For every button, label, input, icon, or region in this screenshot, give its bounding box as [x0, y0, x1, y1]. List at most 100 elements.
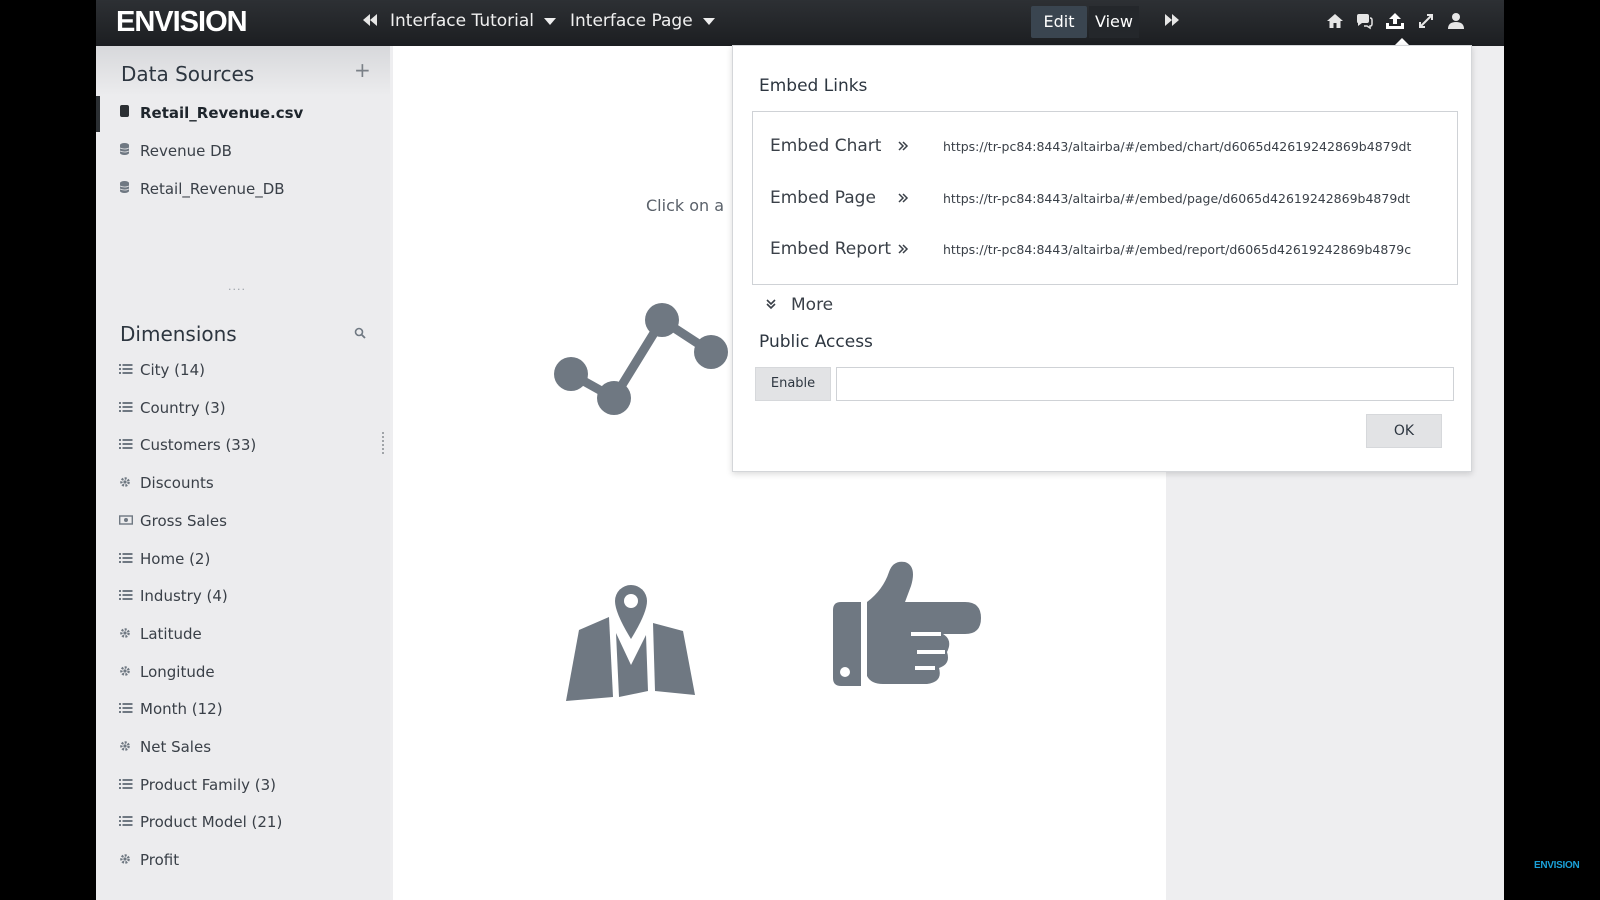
dimension-item[interactable]: Home (2): [96, 545, 390, 575]
gear-icon: [120, 741, 130, 751]
chevron-double-right-icon[interactable]: [897, 240, 909, 259]
dimension-item[interactable]: Latitude: [96, 620, 390, 650]
public-access-title: Public Access: [759, 332, 873, 352]
dimension-item[interactable]: Net Sales: [96, 733, 390, 763]
chevron-double-down-icon[interactable]: [765, 298, 777, 314]
embed-link-name: Embed Report: [770, 239, 892, 259]
data-source-item-revenue-db[interactable]: Revenue DB: [96, 134, 390, 168]
expand-icon[interactable]: [1417, 12, 1437, 32]
dimensions-title: Dimensions: [120, 322, 237, 346]
list-icon: [119, 778, 133, 789]
map-icon[interactable]: [561, 573, 701, 701]
dimension-item[interactable]: Month (12): [96, 695, 390, 725]
embed-link-url[interactable]: https://tr-pc84:8443/altairba/#/embed/pa…: [943, 191, 1433, 206]
more-toggle[interactable]: More: [791, 295, 833, 315]
ok-button[interactable]: OK: [1366, 414, 1442, 448]
dimension-label: Home (2): [140, 549, 211, 568]
data-source-label: Retail_Revenue_DB: [140, 180, 285, 198]
dimension-item[interactable]: Country (3): [96, 394, 390, 424]
dimension-label: Country (3): [140, 398, 226, 417]
data-source-label: Revenue DB: [140, 142, 232, 160]
canvas-hint-text: Click on a: [646, 196, 725, 215]
vertical-resize-handle[interactable]: [382, 432, 384, 454]
fast-forward-icon[interactable]: [1164, 13, 1180, 31]
user-icon[interactable]: [1447, 12, 1467, 32]
dimension-item[interactable]: City (14): [96, 356, 390, 386]
data-sources-header: Data Sources +: [96, 46, 390, 96]
enable-public-access-button[interactable]: Enable: [755, 367, 831, 401]
home-icon[interactable]: [1326, 12, 1346, 32]
embed-link-url[interactable]: https://tr-pc84:8443/altairba/#/embed/ch…: [943, 139, 1433, 154]
gear-icon: [120, 477, 130, 487]
search-icon[interactable]: [354, 324, 366, 343]
dimension-label: Longitude: [140, 662, 215, 681]
embed-link-url[interactable]: https://tr-pc84:8443/altairba/#/embed/re…: [943, 242, 1433, 257]
dimension-item[interactable]: Gross Sales: [96, 507, 390, 537]
dimension-item[interactable]: Product Family (3): [96, 771, 390, 801]
dimension-label: Discounts: [140, 474, 214, 493]
list-icon: [119, 552, 133, 563]
list-icon: [119, 439, 133, 450]
embed-links-title: Embed Links: [759, 76, 868, 96]
dimension-item[interactable]: Discounts: [96, 469, 390, 499]
data-source-label: Retail_Revenue.csv: [140, 104, 304, 122]
chevron-down-icon: [544, 17, 557, 25]
dimension-label: Industry (4): [140, 587, 228, 606]
pointing-hand-icon[interactable]: [831, 554, 991, 694]
dimension-item[interactable]: Profit: [96, 846, 390, 876]
page-name: Interface Page: [570, 11, 693, 31]
money-icon: [119, 515, 133, 525]
list-icon: [119, 816, 133, 827]
line-chart-icon[interactable]: [551, 296, 731, 426]
page-selector[interactable]: Interface Page: [570, 11, 715, 31]
edit-mode-button[interactable]: Edit: [1031, 6, 1087, 38]
embed-link-row: Embed Chart https://tr-pc84:8443/altairba…: [753, 127, 1457, 167]
gear-icon: [120, 665, 130, 676]
dimension-label: Product Model (21): [140, 813, 283, 832]
chevron-double-right-icon[interactable]: [897, 189, 909, 208]
public-access-url-field[interactable]: [836, 367, 1454, 401]
database-icon: [120, 181, 129, 193]
database-icon: [120, 143, 129, 155]
dimension-label: City (14): [140, 361, 205, 379]
dimension-item[interactable]: Product Model (21): [96, 808, 390, 838]
top-bar: ENVISION Interface Tutorial Interface Pa…: [96, 0, 1504, 46]
envision-app: ENVISION Interface Tutorial Interface Pa…: [96, 0, 1504, 900]
dimension-item[interactable]: Customers (33): [96, 431, 390, 461]
list-icon: [119, 364, 133, 374]
dimension-label: Gross Sales: [140, 511, 227, 530]
dimension-label: Net Sales: [140, 738, 212, 756]
embed-link-name: Embed Chart: [770, 136, 882, 156]
envision-watermark: ENVISION: [1534, 860, 1580, 871]
gear-icon: [120, 854, 130, 864]
chat-icon[interactable]: [1355, 12, 1375, 32]
gear-icon: [120, 628, 130, 638]
list-icon: [119, 590, 133, 601]
data-source-item-retail-revenue-db[interactable]: Retail_Revenue_DB: [96, 172, 390, 206]
dimension-label: Month (12): [140, 700, 223, 719]
upload-icon[interactable]: [1385, 12, 1405, 32]
embed-links-box: Embed Chart https://tr-pc84:8443/altairba…: [752, 111, 1458, 285]
tutorial-selector[interactable]: Interface Tutorial: [390, 11, 557, 31]
embed-link-row: Embed Report https://tr-pc84:8443/altairb…: [753, 230, 1457, 270]
database-icon: [120, 105, 129, 117]
chevron-double-right-icon[interactable]: [897, 137, 909, 156]
envision-logo: ENVISION: [116, 6, 248, 38]
embed-link-name: Embed Page: [770, 188, 876, 208]
dimension-item[interactable]: Industry (4): [96, 582, 390, 612]
list-icon: [119, 401, 133, 412]
rewind-icon[interactable]: [362, 13, 378, 31]
dimension-label: Product Family (3): [140, 775, 277, 794]
panel-resize-handle[interactable]: ....: [228, 280, 246, 293]
add-data-source-icon[interactable]: +: [354, 58, 371, 82]
dimension-label: Customers (33): [140, 436, 257, 455]
dimension-item[interactable]: Longitude: [96, 658, 390, 688]
left-panel: Data Sources + Retail_Revenue.csv Revenu…: [96, 46, 390, 900]
view-mode-button[interactable]: View: [1089, 6, 1139, 38]
list-icon: [119, 703, 133, 714]
embed-link-row: Embed Page https://tr-pc84:8443/altairba/…: [753, 179, 1457, 219]
dimension-label: Latitude: [140, 624, 202, 643]
data-sources-title: Data Sources: [121, 62, 255, 86]
data-source-item-retail-revenue-csv[interactable]: Retail_Revenue.csv: [96, 96, 390, 132]
dimension-label: Profit: [140, 851, 180, 870]
